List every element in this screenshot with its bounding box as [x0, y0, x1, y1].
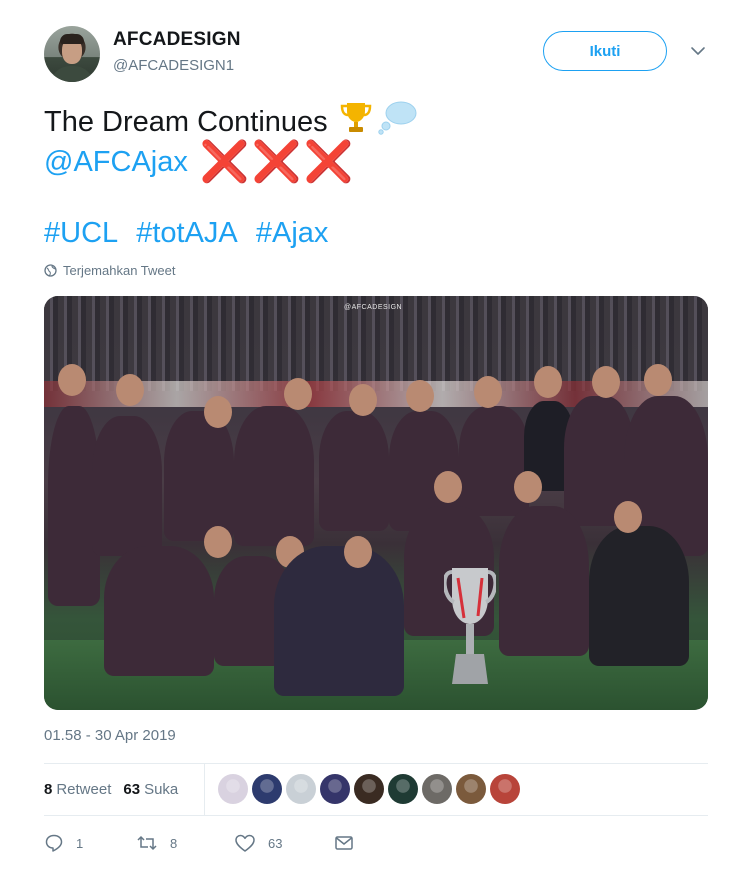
- translate-label: Terjemahkan Tweet: [63, 263, 176, 278]
- translate-tweet-link[interactable]: Terjemahkan Tweet: [44, 263, 176, 278]
- photo-player-head: [58, 364, 86, 396]
- hashtag-list: #UCL #totAJA #Ajax: [44, 217, 338, 250]
- retweet-stat[interactable]: 8 Retweet: [44, 781, 111, 798]
- photo-player-head: [514, 471, 542, 503]
- author-handle[interactable]: @AFCADESIGN1: [113, 57, 234, 74]
- photo-player: [234, 406, 314, 546]
- photo-player: [92, 416, 162, 556]
- like-stat-count: 63: [123, 781, 141, 798]
- photo-player: [319, 411, 389, 531]
- hashtag-link[interactable]: #UCL: [44, 217, 118, 249]
- heart-icon: [235, 834, 255, 852]
- photo-player-head: [406, 380, 434, 412]
- hashtag-link[interactable]: #Ajax: [256, 217, 329, 249]
- photo-player-head: [204, 526, 232, 558]
- follow-button[interactable]: Ikuti: [543, 31, 667, 71]
- photo-player-head: [434, 471, 462, 503]
- photo-person: [589, 526, 689, 666]
- tweet-timestamp[interactable]: 01.58 - 30 Apr 2019: [44, 727, 176, 744]
- author-avatar[interactable]: [44, 26, 100, 82]
- reply-icon: [45, 834, 63, 852]
- liker-avatar[interactable]: [218, 774, 248, 804]
- stats-separator: [204, 764, 205, 815]
- retweet-count: 8: [170, 835, 178, 851]
- photo-player: [104, 546, 214, 676]
- trophy-cup-image: [444, 568, 496, 684]
- retweet-icon: [137, 835, 157, 851]
- reply-count: 1: [76, 835, 84, 851]
- liker-avatar[interactable]: [286, 774, 316, 804]
- tweet-photo[interactable]: @AFCADESIGN: [44, 296, 708, 710]
- photo-player-head: [474, 376, 502, 408]
- envelope-icon: [335, 836, 353, 850]
- liker-avatar[interactable]: [388, 774, 418, 804]
- like-stat-label: Suka: [144, 781, 179, 798]
- photo-player-head: [592, 366, 620, 398]
- tweet-actions: 1 8 63: [44, 833, 366, 853]
- chevron-down-icon[interactable]: [688, 41, 708, 61]
- photo-player: [164, 411, 234, 541]
- photo-player-head: [534, 366, 562, 398]
- photo-player-head: [344, 536, 372, 568]
- like-stat[interactable]: 63 Suka: [123, 781, 178, 798]
- liker-avatar[interactable]: [252, 774, 282, 804]
- retweet-stat-count: 8: [44, 781, 53, 798]
- cross-mark-emojis: ❌❌❌: [199, 140, 356, 184]
- thought-balloon-icon: [376, 99, 418, 146]
- liker-avatar[interactable]: [490, 774, 520, 804]
- liker-avatar[interactable]: [354, 774, 384, 804]
- author-name[interactable]: AFCADESIGN: [113, 29, 241, 51]
- hashtag-link[interactable]: #totAJA: [136, 217, 238, 249]
- divider: [44, 763, 708, 764]
- retweet-button[interactable]: 8: [136, 833, 234, 853]
- globe-icon: [44, 264, 57, 277]
- like-count: 63: [268, 835, 283, 851]
- liker-avatar[interactable]: [456, 774, 486, 804]
- reply-button[interactable]: 1: [44, 833, 136, 853]
- tweet-text-line1: The Dream Continues: [44, 106, 328, 138]
- retweet-stat-label: Retweet: [56, 781, 112, 798]
- avatar-hair: [60, 34, 84, 44]
- liker-avatar[interactable]: [422, 774, 452, 804]
- photo-player-head: [284, 378, 312, 410]
- liker-avatar[interactable]: [320, 774, 350, 804]
- trophy-icon: [338, 99, 374, 146]
- tweet-stats: 8 Retweet 63 Suka: [44, 781, 190, 798]
- like-button[interactable]: 63: [234, 833, 334, 853]
- liker-avatars: [218, 774, 524, 804]
- photo-watermark: @AFCADESIGN: [344, 304, 403, 311]
- avatar-shirt: [50, 66, 94, 82]
- photo-player-head: [116, 374, 144, 406]
- photo-player-head: [349, 384, 377, 416]
- divider: [44, 815, 708, 816]
- photo-player-head: [204, 396, 232, 428]
- photo-player-head: [644, 364, 672, 396]
- direct-message-button[interactable]: [334, 834, 366, 852]
- tweet-text: The Dream Continues @AFCAjax ❌❌❌: [44, 99, 418, 184]
- photo-player: [274, 546, 404, 696]
- photo-player: [499, 506, 589, 656]
- mention-link[interactable]: @AFCAjax: [44, 142, 188, 182]
- photo-player-head: [614, 501, 642, 533]
